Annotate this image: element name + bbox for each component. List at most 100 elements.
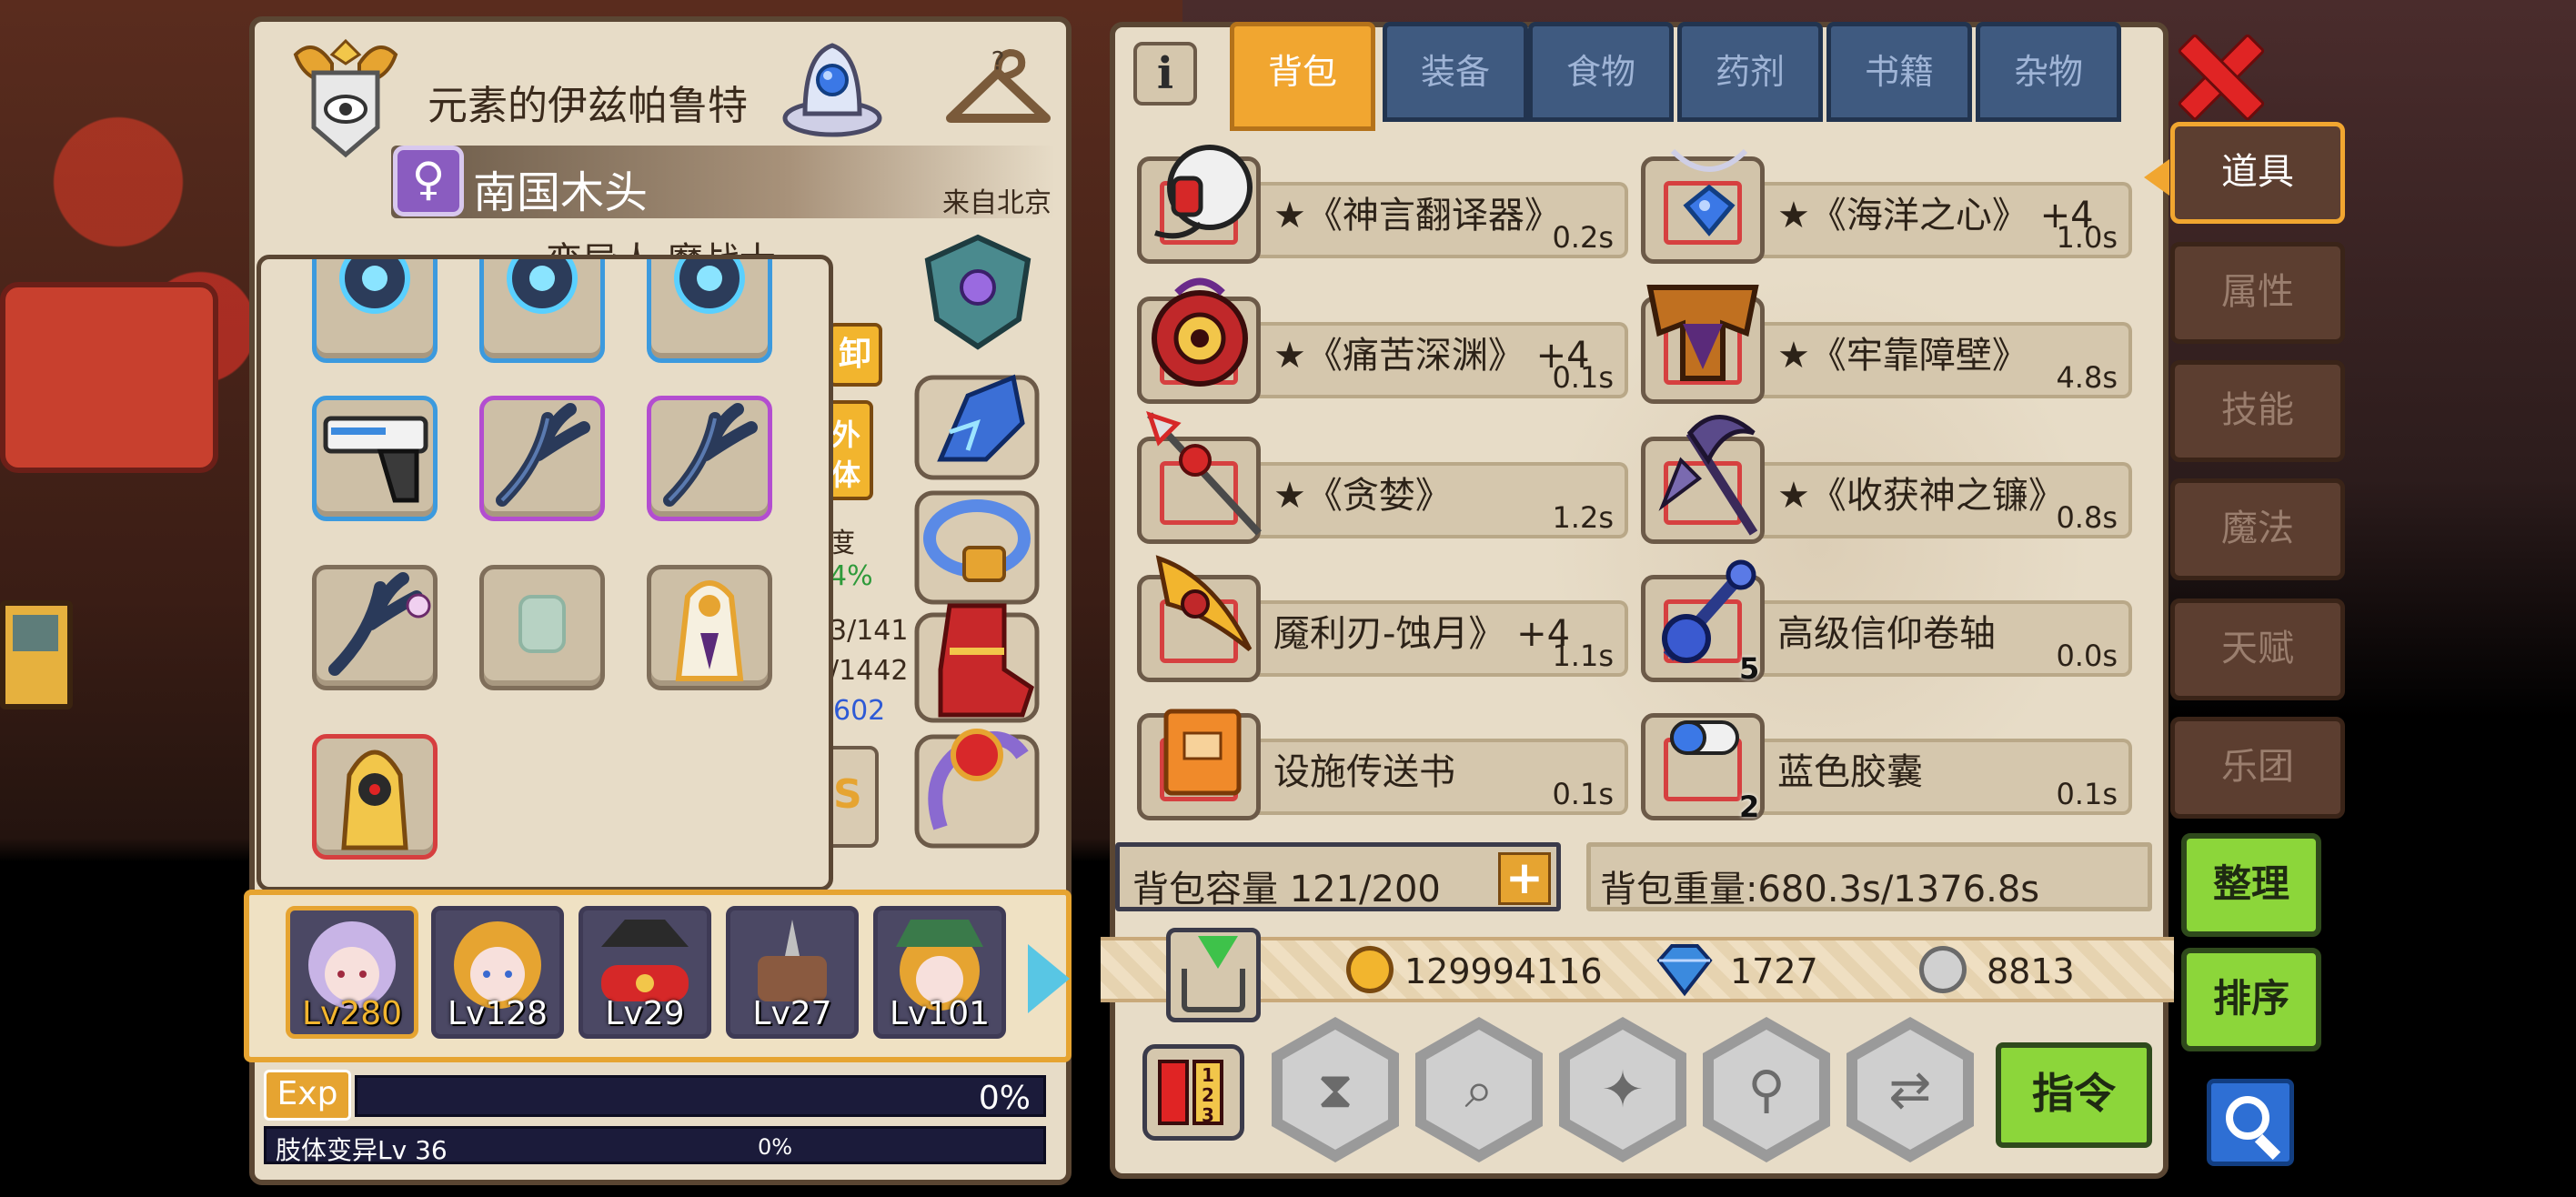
crest-shield-icon[interactable] [919,233,1037,351]
equip-slot[interactable] [312,396,438,521]
tab-misc[interactable]: 杂物 [1976,22,2121,122]
hanger-icon[interactable]: ? [941,36,1055,141]
command-button[interactable]: 指令 [1996,1042,2152,1148]
party-member-portrait[interactable]: Lv101 [873,906,1006,1039]
shuriken-icon: ✦ [1601,1061,1645,1120]
item-name: ★《海洋之心》 +4 [1777,195,2094,236]
item-weight: 1.1s [1552,639,1614,673]
search-glass-icon: ⚲ [1747,1061,1786,1120]
inventory-item[interactable]: 蓝色胶囊 0.1s 2 [1641,702,2132,824]
item-name: 蓝色胶囊 [1777,751,1923,793]
magnifier-icon: ⌕ [1464,1061,1494,1120]
item-quantity: 5 [1739,651,1760,686]
sort-button[interactable]: 排序 [2181,948,2321,1051]
equip-slot[interactable] [479,565,605,690]
item-weight: 0.1s [1552,777,1614,811]
svg-text:2: 2 [1202,1084,1214,1106]
silver-coin-icon [1919,946,1967,993]
item-name: 设施传送书 [1273,751,1455,793]
item-weight: 0.8s [2056,500,2118,535]
side-tab-items[interactable]: 道具 [2144,122,2345,224]
yellow-hood-icon [341,749,408,850]
numbering-button[interactable]: 1 2 3 [1142,1044,1244,1141]
exp-progress-bar: 0% [355,1075,1046,1117]
item-weight: 0.0s [2056,639,2118,673]
blue-gauntlet-icon[interactable] [913,359,1041,482]
character-name: 南国木头 [473,167,649,218]
inventory-item[interactable]: ★《海洋之心》 +4 1.0s [1641,146,2132,264]
side-tab-attributes[interactable]: 属性 [2170,242,2345,344]
party-member-portrait[interactable]: Lv128 [431,906,564,1039]
side-tab-talent[interactable]: 天赋 [2170,598,2345,700]
equip-slot[interactable] [479,259,605,363]
tab-food[interactable]: 食物 [1528,22,1674,122]
unequip-button[interactable]: 卸 [828,323,882,387]
inventory-item[interactable]: 魇利刃-蚀月》 +4 1.1s [1137,555,1628,682]
search-icon [2226,1096,2269,1140]
inventory-item[interactable]: ★《牢靠障壁》 4.8s [1641,285,2132,404]
inventory-item[interactable]: 设施传送书 0.1s [1137,702,1628,820]
equip-slot[interactable] [479,396,605,521]
silver-amount: 8813 [1987,951,2075,991]
tab-equipment[interactable]: 装备 [1383,22,1528,122]
backpack-weight: 背包重量:680.3s/1376.8s [1586,842,2152,911]
download-arrow-icon [1198,936,1238,969]
store-all-button[interactable] [1166,928,1261,1022]
blue-ring-icon[interactable] [913,484,1041,607]
blue-gem-pedestal-icon[interactable] [778,36,887,141]
golden-robe-icon [675,580,744,681]
character-origin: 来自北京 [942,187,1052,219]
equip-slot[interactable] [647,396,772,521]
side-tab-magic[interactable]: 魔法 [2170,478,2345,580]
svg-text:1: 1 [1202,1064,1214,1086]
svg-text:3: 3 [1202,1104,1214,1126]
limb-mutation-percent: 0% [758,1134,793,1160]
close-icon[interactable] [2174,31,2261,118]
inventory-item[interactable]: ★《痛苦深渊》 +4 0.1s [1137,277,1628,404]
inventory-item[interactable]: ★《贪婪》 1.2s [1137,411,1628,544]
equip-slot[interactable] [647,565,772,690]
party-next-arrow-icon[interactable] [1028,944,1070,1013]
dark-branch-icon [663,403,758,507]
side-tab-band[interactable]: 乐团 [2170,717,2345,819]
red-boots-icon[interactable] [913,597,1041,724]
inventory-item[interactable]: ★《收获神之镰》 0.8s [1641,415,2132,544]
tidy-button[interactable]: 整理 [2181,833,2321,937]
equip-slot[interactable] [312,565,438,690]
inventory-item[interactable]: 高级信仰卷轴 0.0s 5 [1641,559,2132,686]
info-button[interactable]: i [1133,42,1197,106]
item-weight: 1.2s [1552,500,1614,535]
item-weight: 4.8s [2056,360,2118,395]
party-member-portrait[interactable]: Lv29 [579,906,711,1039]
stat-value-other: 602 [833,695,886,727]
side-tab-skills[interactable]: 技能 [2170,360,2345,462]
stat-value-hp: 3/141 [830,615,909,647]
equip-slot[interactable] [312,734,438,860]
greed-spear-icon [1146,411,1262,536]
red-sofa-decor [0,282,218,473]
moon-blade-icon [1155,555,1253,651]
party-member-portrait[interactable]: Lv27 [726,906,859,1039]
gold-amount: 129994116 [1404,951,1603,991]
tab-books[interactable]: 书籍 [1826,22,1972,122]
diamond-icon [1656,944,1713,997]
item-name: ★《痛苦深渊》 +4 [1273,335,1590,377]
tab-potion[interactable]: 药剂 [1677,22,1823,122]
limb-mutation-bar: 肢体变异Lv 36 0% [264,1126,1046,1165]
orb-scythe-icon[interactable] [913,719,1041,850]
empty-slot-icon [518,595,566,653]
tab-backpack[interactable]: 背包 [1230,22,1375,131]
expand-capacity-button[interactable]: + [1498,852,1551,905]
party-member-portrait[interactable]: Lv280 [286,906,418,1039]
armor-barrier-icon [1646,285,1759,381]
stat-percent: 4% [830,560,873,592]
backpack-capacity: 背包容量 121/200 + [1115,842,1561,911]
equip-slot[interactable] [647,259,772,363]
abyss-eye-icon [1152,277,1248,387]
teleport-book-icon [1163,709,1242,796]
search-button[interactable] [2207,1079,2294,1166]
weight-text: 背包重量:680.3s/1376.8s [1600,869,2040,910]
limb-mutation-label: 肢体变异Lv 36 [276,1135,448,1165]
equip-slot[interactable] [312,259,438,363]
inventory-item[interactable]: ★《神言翻译器》 0.2s [1137,145,1628,264]
